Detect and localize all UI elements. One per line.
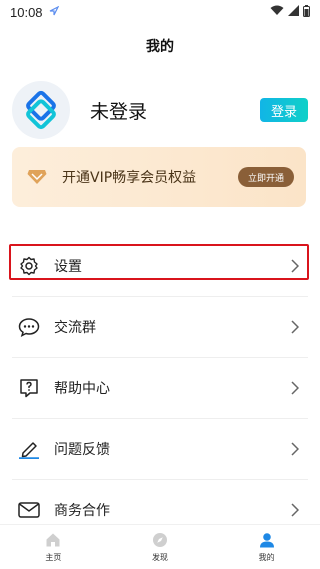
avatar[interactable] bbox=[12, 81, 70, 139]
compass-icon bbox=[151, 531, 169, 549]
tab-label: 发现 bbox=[152, 553, 168, 562]
vip-banner[interactable]: 开通VIP畅享会员权益 立即开通 bbox=[12, 147, 306, 207]
chevron-right-icon bbox=[288, 380, 302, 395]
app-logo-icon bbox=[26, 90, 56, 130]
tab-label: 我的 bbox=[258, 553, 275, 562]
chat-icon bbox=[18, 316, 40, 338]
menu-item-help-center[interactable]: 帮助中心 bbox=[0, 357, 320, 418]
login-button[interactable]: 登录 bbox=[260, 98, 308, 122]
menu-list: 设置 交流群 帮助中心 问题反馈 商务合作 bbox=[0, 235, 320, 540]
username[interactable]: 未登录 bbox=[90, 97, 147, 124]
mail-icon bbox=[18, 499, 40, 521]
gear-icon bbox=[18, 255, 40, 277]
bottom-tab-bar: 主页 发现 我的 bbox=[0, 524, 320, 569]
vip-open-button[interactable]: 立即开通 bbox=[237, 167, 294, 187]
menu-item-label: 设置 bbox=[54, 258, 82, 275]
vip-text: 开通VIP畅享会员权益 bbox=[62, 170, 197, 186]
status-time: 10:08 bbox=[10, 4, 43, 20]
menu-item-label: 交流群 bbox=[54, 319, 96, 336]
profile-section: 未登录 登录 bbox=[12, 80, 308, 140]
page-title: 我的 bbox=[146, 39, 174, 55]
menu-item-label: 问题反馈 bbox=[54, 441, 110, 458]
diamond-icon bbox=[24, 164, 50, 190]
signal-icon bbox=[288, 5, 299, 19]
chevron-right-icon bbox=[288, 441, 302, 456]
tab-mine[interactable]: 我的 bbox=[213, 525, 320, 569]
battery-icon bbox=[303, 4, 310, 20]
chevron-right-icon bbox=[288, 502, 302, 517]
pencil-icon bbox=[18, 438, 40, 460]
tab-label: 主页 bbox=[45, 553, 62, 562]
help-icon bbox=[18, 377, 40, 399]
wifi-icon bbox=[270, 5, 284, 19]
status-bar: 10:08 bbox=[0, 0, 320, 24]
chevron-right-icon bbox=[288, 319, 302, 334]
home-icon bbox=[44, 531, 62, 549]
tab-home[interactable]: 主页 bbox=[0, 525, 107, 569]
user-icon bbox=[258, 531, 276, 549]
menu-item-label: 帮助中心 bbox=[54, 380, 110, 397]
menu-item-feedback[interactable]: 问题反馈 bbox=[0, 418, 320, 479]
menu-item-settings[interactable]: 设置 bbox=[0, 235, 320, 296]
menu-item-chat-group[interactable]: 交流群 bbox=[0, 296, 320, 357]
status-indicators bbox=[270, 4, 310, 20]
location-icon bbox=[49, 5, 59, 19]
menu-item-label: 商务合作 bbox=[54, 502, 110, 519]
tab-discover[interactable]: 发现 bbox=[107, 525, 214, 569]
chevron-right-icon bbox=[288, 258, 302, 273]
